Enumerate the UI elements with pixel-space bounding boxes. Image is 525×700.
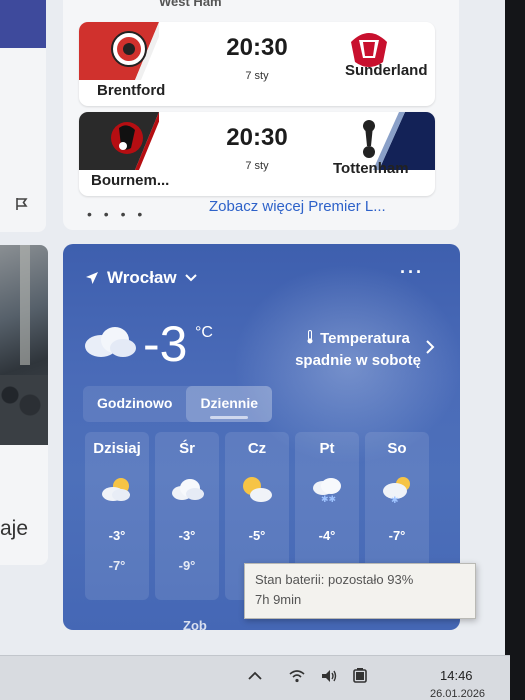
snow-sun-icon: ✱ xyxy=(383,477,410,504)
battery-icon[interactable] xyxy=(352,667,370,685)
partly-cloudy-icon xyxy=(102,478,130,501)
speaker-icon[interactable] xyxy=(320,667,338,685)
current-temperature: -3 xyxy=(143,316,188,372)
see-more-link[interactable]: Zobacz więcej Premier L... xyxy=(209,198,386,215)
location-name: Wrocław xyxy=(107,268,177,287)
day-low: -9° xyxy=(178,558,196,573)
battery-tooltip: Stan baterii: pozostało 93% 7h 9min xyxy=(244,563,476,619)
day-high: -3° xyxy=(178,528,196,543)
battery-time-remaining: 7h 9min xyxy=(255,592,302,607)
partial-team-name: West Ham xyxy=(159,0,222,9)
thermometer-icon xyxy=(307,330,313,344)
location-selector[interactable]: Wrocław xyxy=(85,268,197,288)
sun-cloud-icon xyxy=(243,477,272,502)
day-name: Cz xyxy=(247,440,267,457)
sports-widget[interactable]: West Ham Brentford 20:30 7 sty Sunderlan… xyxy=(63,0,459,230)
news-image xyxy=(0,0,46,48)
chevron-up-icon[interactable] xyxy=(246,667,264,685)
tab-hourly[interactable]: Godzinowo xyxy=(83,386,186,422)
day-name: So xyxy=(387,440,407,457)
svg-text:✱✱: ✱✱ xyxy=(321,495,336,504)
cloudy-icon xyxy=(172,479,204,500)
location-arrow-icon xyxy=(86,272,98,284)
taskbar-date[interactable]: 26.01.2026 xyxy=(430,688,485,700)
forecast-mode-toggle[interactable]: Godzinowo Dziennie xyxy=(83,386,273,422)
away-team-name: Sunderland xyxy=(345,62,428,79)
tab-daily[interactable]: Dziennie xyxy=(186,386,273,422)
screen-bezel xyxy=(505,0,525,700)
chevron-down-icon xyxy=(184,274,197,282)
day-name: Pt xyxy=(319,440,335,457)
day-high: -5° xyxy=(248,528,266,543)
taskbar-clock[interactable]: 14:46 xyxy=(440,668,473,683)
news-text-fragment: aje xyxy=(0,517,29,540)
wifi-icon[interactable] xyxy=(288,667,306,685)
away-team-name: Tottenham xyxy=(333,160,409,177)
day-high: -7° xyxy=(388,528,406,543)
chevron-right-icon[interactable] xyxy=(425,340,435,354)
day-forecast[interactable]: Dzisiaj -3° -7° xyxy=(85,432,149,600)
temperature-unit: °C xyxy=(195,324,213,341)
report-flag-icon[interactable] xyxy=(14,196,30,212)
battery-status-text: Stan baterii: pozostało 93% xyxy=(255,572,414,587)
cloud-icon xyxy=(85,327,136,357)
news-photo xyxy=(0,245,48,445)
news-card-top[interactable] xyxy=(0,0,46,232)
day-high: -4° xyxy=(318,528,336,543)
taskbar: 14:46 26.01.2026 xyxy=(0,655,510,700)
day-name: Śr xyxy=(179,440,195,457)
screen: aje West Ham Brentford 20:30 7 sty Sunde… xyxy=(0,0,510,655)
match-card[interactable]: Bournem... 20:30 7 sty Tottenham xyxy=(79,112,435,196)
day-forecast[interactable]: Śr -3° -9° xyxy=(155,432,219,600)
home-team-name: Bournem... xyxy=(91,172,170,189)
forecast-note[interactable]: Temperatura spadnie w sobotę xyxy=(283,328,433,372)
carousel-dots[interactable]: • • • • xyxy=(87,206,146,222)
day-name: Dzisiaj xyxy=(93,440,141,457)
see-more-weather-link[interactable]: Zob xyxy=(183,618,207,630)
news-card-mid[interactable]: aje xyxy=(0,245,48,565)
more-options-button[interactable]: ··· xyxy=(400,262,424,283)
svg-text:✱: ✱ xyxy=(391,496,399,504)
snow-cloud-icon: ✱✱ xyxy=(313,478,341,504)
day-low: -7° xyxy=(108,558,126,573)
match-card[interactable]: Brentford 20:30 7 sty Sunderland xyxy=(79,22,435,106)
day-high: -3° xyxy=(108,528,126,543)
home-team-name: Brentford xyxy=(97,82,166,99)
